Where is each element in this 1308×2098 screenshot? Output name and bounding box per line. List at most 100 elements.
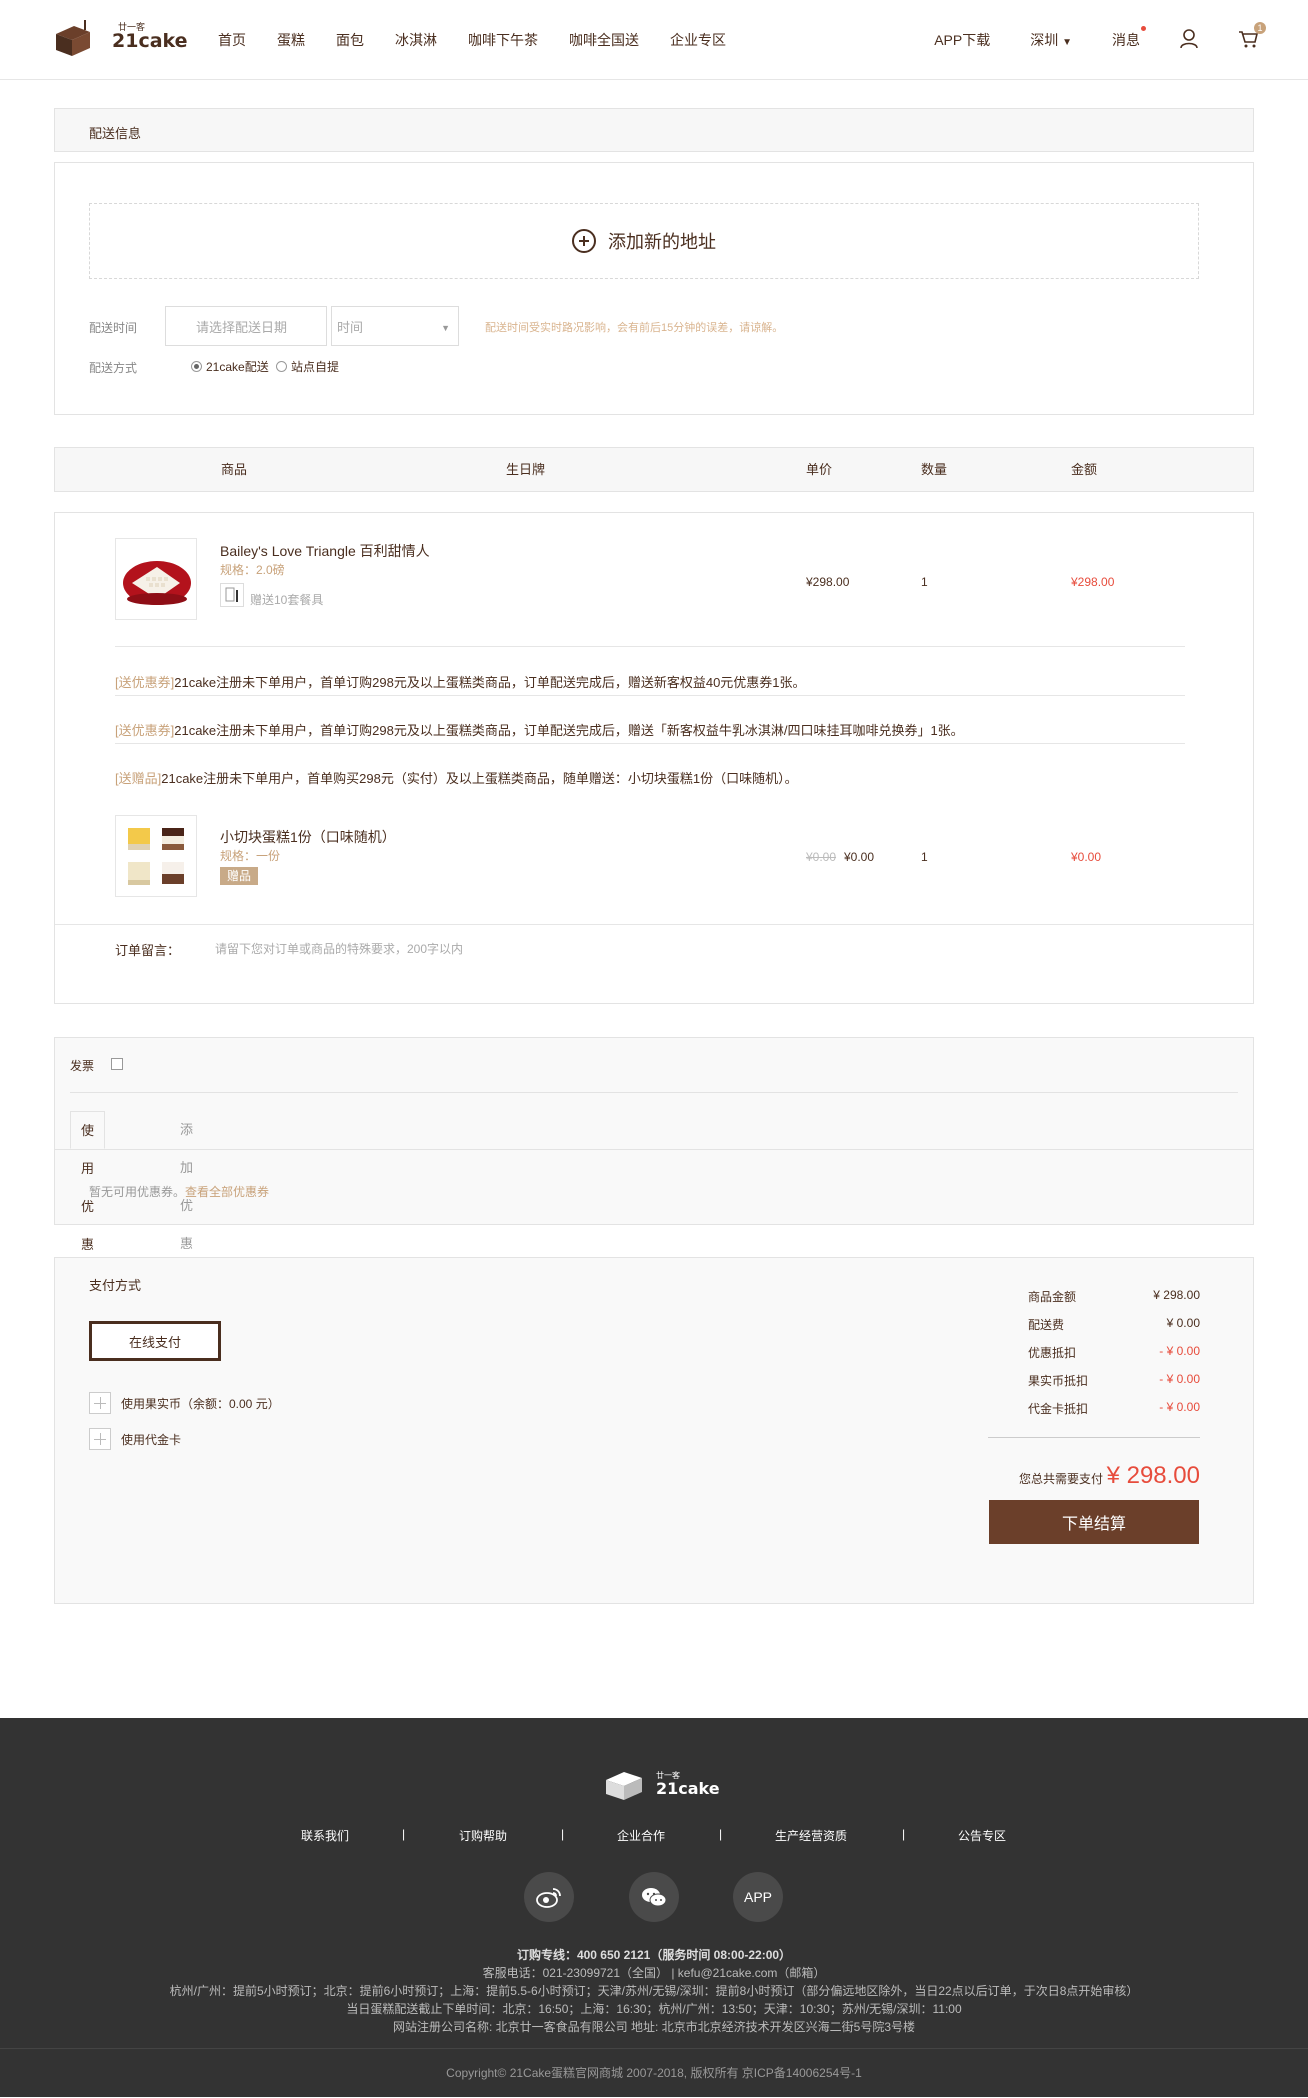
promo-text: 21cake注册未下单用户，首单购买298元（实付）及以上蛋糕类商品，随单赠送：… <box>161 771 798 786</box>
payment-panel: 支付方式 在线支付 使用果实币（余额：0.00 元） 使用代金卡 商品金额 ¥ 2… <box>54 1257 1254 1604</box>
delivery-time-note: 配送时间受实时路况影响，会有前后15分钟的误差，请谅解。 <box>485 322 784 334</box>
delivery-date-placeholder: 请选择配送日期 <box>196 319 288 335</box>
nav-home[interactable]: 首页 <box>218 30 246 50</box>
summary-value: ¥ 0.00 <box>1166 1316 1200 1330</box>
wechat-icon[interactable] <box>629 1872 679 1922</box>
city-selector[interactable]: 深圳 ▼ <box>1030 30 1072 50</box>
add-circle-icon <box>572 229 596 253</box>
summary-value: - ¥ 0.00 <box>1159 1344 1200 1358</box>
remark-input[interactable]: 请留下您对订单或商品的特殊要求，200字以内 <box>215 933 1175 963</box>
messages-link[interactable]: 消息 <box>1112 26 1146 50</box>
fruit-coin-label: 使用果实币（余额：0.00 元） <box>121 1397 280 1411</box>
col-amount: 金额 <box>1071 462 1098 477</box>
weibo-icon[interactable] <box>524 1872 574 1922</box>
product-spec: 规格：2.0磅 <box>220 563 285 577</box>
gift-tableware-note: 赠送10套餐具 <box>250 593 324 607</box>
footer-separator: | <box>902 1827 906 1841</box>
col-product: 商品 <box>221 462 248 477</box>
delivery-time-select[interactable]: 时间 ▼ <box>331 306 459 346</box>
order-items-panel: Bailey's Love Triangle 百利甜情人 规格：2.0磅 赠送1… <box>54 512 1254 1004</box>
product-image[interactable] <box>115 538 197 620</box>
nav-cake[interactable]: 蛋糕 <box>277 30 305 50</box>
product-name[interactable]: Bailey's Love Triangle 百利甜情人 <box>220 541 430 561</box>
divider <box>70 1092 1238 1093</box>
expand-plus-icon[interactable] <box>89 1428 111 1450</box>
online-payment-button[interactable]: 在线支付 <box>89 1321 221 1361</box>
promo-tag: [送赠品] <box>115 771 162 786</box>
footer-link-help[interactable]: 订购帮助 <box>459 1827 507 1844</box>
tab-add-coupon[interactable]: 添加优惠券/尊享卡 <box>170 1111 207 1403</box>
site-footer: 廿一客 21cake 联系我们 | 订购帮助 | 企业合作 | 生产经营资质 |… <box>0 1718 1308 2097</box>
footer-link-contact[interactable]: 联系我们 <box>301 1827 349 1844</box>
delivery-method-label: 配送方式 <box>89 361 138 375</box>
promo-text: 21cake注册未下单用户，首单订购298元及以上蛋糕类商品，订单配送完成后，赠… <box>174 723 964 738</box>
main-nav: 首页 蛋糕 面包 冰淇淋 咖啡下午茶 咖啡全国送 企业专区 <box>218 0 757 80</box>
delivery-section-header: 配送信息 <box>54 108 1254 152</box>
add-address-button[interactable]: 添加新的地址 <box>89 203 1199 279</box>
gift-product-name: 小切块蛋糕1份（口味随机） <box>220 829 396 845</box>
chevron-down-icon: ▼ <box>1062 37 1072 48</box>
cake-image-icon <box>123 561 191 605</box>
footer-service: 客服电话：021-23099721（全国） | kefu@21cake.com（… <box>482 1966 826 1980</box>
delivery-time-placeholder: 时间 <box>337 319 364 335</box>
col-birthday-card: 生日牌 <box>506 462 546 477</box>
footer-company-info: 网站注册公司名称: 北京廿一客食品有限公司 地址: 北京市北京经济技术开发区兴海… <box>392 2020 916 2034</box>
submit-order-label: 下单结算 <box>1061 1516 1126 1533</box>
footer-link-license[interactable]: 生产经营资质 <box>775 1827 847 1844</box>
promotion-coupon-1: [送优惠券]21cake注册未下单用户，首单订购298元及以上蛋糕类商品，订单配… <box>115 672 806 691</box>
col-unit-price: 单价 <box>806 462 833 477</box>
footer-logo[interactable]: 廿一客 21cake <box>604 1766 720 1806</box>
divider <box>115 646 1185 647</box>
divider <box>115 695 1185 696</box>
header-actions: APP下载 深圳 ▼ 消息 1 <box>894 0 1266 80</box>
expand-plus-icon[interactable] <box>89 1392 111 1414</box>
gift-unit-price: ¥0.00 <box>844 850 875 864</box>
logo-cake-icon <box>606 1772 642 1800</box>
nav-enterprise[interactable]: 企业专区 <box>670 30 726 50</box>
site-logo[interactable]: 廿一客 21cake <box>54 18 188 62</box>
tab-use-coupon[interactable]: 使用优惠券 <box>70 1111 106 1290</box>
voucher-label: 使用代金卡 <box>121 1433 182 1447</box>
product-unit-price: ¥298.00 <box>806 575 850 589</box>
gift-qty: 1 <box>921 850 928 864</box>
gift-amount: ¥0.00 <box>1071 850 1102 864</box>
radio-unchecked-icon <box>276 361 288 372</box>
nav-icecream[interactable]: 冰淇淋 <box>395 30 437 50</box>
footer-copyright: Copyright© 21Cake蛋糕官网商城 2007-2018, 版权所有 … <box>0 2048 1308 2097</box>
view-all-coupons-link[interactable]: 查看全部优惠券 <box>185 1185 269 1199</box>
tableware-icon <box>220 583 244 607</box>
footer-logo-text: 21cake <box>656 1779 720 1798</box>
radio-pickup[interactable]: 站点自提 <box>276 360 339 374</box>
delivery-date-input[interactable]: 请选择配送日期 <box>165 306 327 346</box>
summary-key: 果实币抵扣 <box>1028 1374 1089 1388</box>
cart-count-badge: 1 <box>1254 21 1266 34</box>
footer-advance-order: 杭州/广州：提前5小时预订；北京：提前6小时预订；上海：提前5.5-6小时预订；… <box>169 1984 1139 1998</box>
delivery-time-label: 配送时间 <box>89 321 138 335</box>
promotion-gift: [送赠品]21cake注册未下单用户，首单购买298元（实付）及以上蛋糕类商品，… <box>115 768 798 787</box>
cart-icon[interactable]: 1 <box>1238 21 1266 51</box>
nav-coffee-tea[interactable]: 咖啡下午茶 <box>468 30 538 50</box>
footer-separator: | <box>561 1827 565 1841</box>
summary-key: 优惠抵扣 <box>1028 1346 1077 1360</box>
price-summary: 商品金额 ¥ 298.00 配送费 ¥ 0.00 优惠抵扣 - ¥ 0.00 果实币抵… <box>1028 1288 1200 1428</box>
total-payable: 您总共需要支付 ¥ 298.00 <box>1019 1462 1200 1490</box>
user-icon[interactable] <box>1180 28 1198 52</box>
product-qty: 1 <box>921 575 928 589</box>
add-address-label: 添加新的地址 <box>608 232 716 252</box>
nav-coffee-nationwide[interactable]: 咖啡全国送 <box>569 30 639 50</box>
footer-link-notice[interactable]: 公告专区 <box>958 1827 1006 1844</box>
payment-title: 支付方式 <box>89 1278 142 1293</box>
delivery-method-group: 21cake配送 站点自提 <box>191 358 339 375</box>
footer-link-enterprise[interactable]: 企业合作 <box>617 1827 665 1844</box>
footer-separator: | <box>402 1827 406 1841</box>
divider <box>55 924 1253 925</box>
nav-bread[interactable]: 面包 <box>336 30 364 50</box>
app-download-link[interactable]: APP下载 <box>934 30 990 50</box>
submit-order-button[interactable]: 下单结算 <box>989 1500 1199 1544</box>
invoice-checkbox[interactable] <box>111 1058 123 1070</box>
radio-21cake-delivery[interactable]: 21cake配送 <box>191 360 269 374</box>
delivery-option-label: 21cake配送 <box>206 360 269 374</box>
app-download-icon[interactable]: APP <box>733 1872 783 1922</box>
summary-value: - ¥ 0.00 <box>1159 1372 1200 1386</box>
mini-cakes-image-icon <box>128 828 184 885</box>
